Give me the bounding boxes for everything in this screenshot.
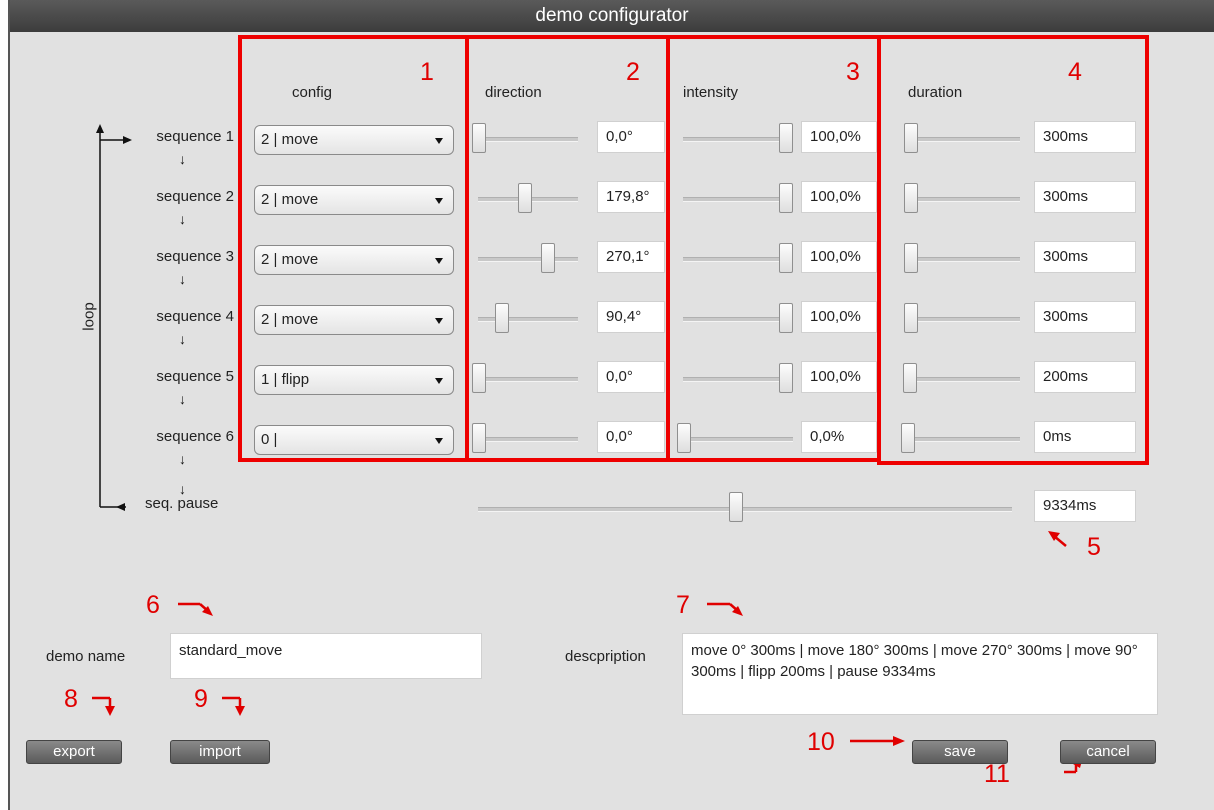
annotation-7: 7	[676, 591, 690, 619]
down-arrow-icon: ↓	[179, 391, 186, 407]
down-arrow-icon: ↓	[179, 151, 186, 167]
annotation-10: 10	[807, 728, 835, 756]
down-arrow-icon: ↓	[179, 331, 186, 347]
export-button[interactable]: export	[26, 740, 122, 764]
pause-value[interactable]: 9334ms	[1034, 490, 1136, 522]
cancel-button[interactable]: cancel	[1060, 740, 1156, 764]
sequence-label: sequence 2	[156, 188, 234, 205]
down-arrow-icon: ↓	[179, 271, 186, 287]
annotation-11: 11	[984, 760, 1010, 788]
demo-name-label: demo name	[46, 648, 126, 665]
pause-slider-thumb[interactable]	[728, 492, 743, 522]
annotation-4: 4	[1068, 58, 1082, 86]
description-input[interactable]: move 0° 300ms | move 180° 300ms | move 2…	[682, 633, 1158, 715]
pause-slider-track[interactable]	[478, 507, 1012, 512]
annotation-8: 8	[64, 685, 78, 713]
import-button[interactable]: import	[170, 740, 270, 764]
window-title: demo configurator	[10, 0, 1214, 32]
sequence-label: sequence 3	[156, 248, 234, 265]
annotation-6: 6	[146, 591, 160, 619]
direction-column-highlight	[465, 35, 670, 462]
sequence-label: sequence 5	[156, 368, 234, 385]
demo-name-input[interactable]: standard_move	[170, 633, 482, 679]
annotation-2: 2	[626, 58, 640, 86]
annotation-9: 9	[194, 685, 208, 713]
down-arrow-icon: ↓	[179, 451, 186, 467]
sequence-label: sequence 4	[156, 308, 234, 325]
sequence-label: sequence 1	[156, 128, 234, 145]
save-button[interactable]: save	[912, 740, 1008, 764]
annotation-1: 1	[420, 58, 434, 86]
seq-pause-label: seq. pause	[145, 495, 219, 512]
loop-label: loop	[80, 302, 98, 331]
duration-column-highlight	[877, 35, 1149, 465]
annotation-3: 3	[846, 58, 860, 86]
annotation-5: 5	[1087, 533, 1101, 561]
down-arrow-icon: ↓	[179, 481, 186, 497]
description-label: descpription	[565, 648, 646, 665]
config-column-highlight	[238, 35, 469, 462]
sequence-label: sequence 6	[156, 428, 234, 445]
intensity-column-highlight	[666, 35, 881, 462]
down-arrow-icon: ↓	[179, 211, 186, 227]
